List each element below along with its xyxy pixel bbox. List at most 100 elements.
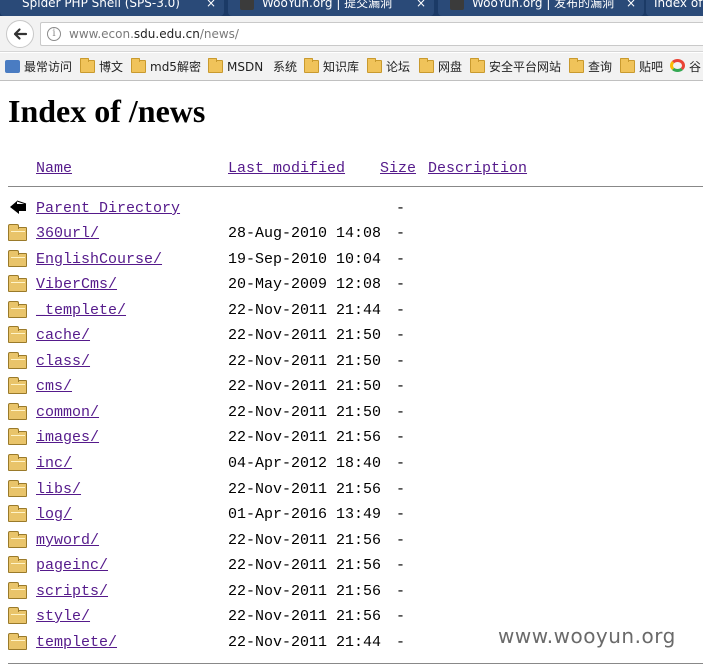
column-header-name[interactable]: Name <box>36 160 72 178</box>
entry-last-modified: 19-Sep-2010 10:04 <box>228 251 382 268</box>
entry-last-modified: 22-Nov-2011 21:44 <box>228 302 382 319</box>
directory-link[interactable]: 360url/ <box>36 225 99 243</box>
directory-link[interactable]: EnglishCourse/ <box>36 251 162 269</box>
folder-icon <box>8 556 27 573</box>
tab-title: Spider PHP Shell (SPS-3.0) <box>22 0 180 10</box>
address-bar[interactable]: i www.econ.sdu.edu.cn/news/ <box>40 22 703 46</box>
bookmark-label: 最常访问 <box>24 60 73 74</box>
folder-icon <box>8 352 27 369</box>
bookmark-label: 谷 <box>689 60 702 74</box>
tab-title: WooYun.org | 提交漏洞 <box>262 0 393 10</box>
tab-favicon-icon <box>450 0 464 10</box>
directory-entry-row: cache/22-Nov-2011 21:50- <box>0 325 703 347</box>
google-icon <box>670 59 685 72</box>
directory-entry-row: pageinc/22-Nov-2011 21:56- <box>0 555 703 577</box>
tab-index-of[interactable]: Index of <box>646 0 703 16</box>
site-info-icon[interactable]: i <box>47 27 61 41</box>
directory-link[interactable]: cache/ <box>36 327 90 345</box>
folder-icon <box>8 633 27 650</box>
parent-directory-link[interactable]: Parent Directory <box>36 200 180 218</box>
bookmark-label: MSDN <box>227 60 264 74</box>
directory-entry-row: class/22-Nov-2011 21:50- <box>0 351 703 373</box>
directory-link[interactable]: class/ <box>36 353 90 371</box>
entry-size: - <box>396 378 406 395</box>
tab-strip: Spider PHP Shell (SPS-3.0) × WooYun.org … <box>0 0 703 16</box>
back-button[interactable] <box>6 20 34 48</box>
bookmark-label: 贴吧 <box>639 60 664 74</box>
folder-icon <box>8 326 27 343</box>
page-title: Index of /news <box>8 93 206 129</box>
tab-close-icon[interactable]: × <box>626 0 636 12</box>
entry-size: - <box>396 404 406 421</box>
folder-icon <box>8 480 27 497</box>
directory-link[interactable]: common/ <box>36 404 99 422</box>
url-host: sdu.edu.cn <box>133 27 200 41</box>
entry-last-modified: 01-Apr-2016 13:49 <box>228 506 382 523</box>
entry-last-modified: 22-Nov-2011 21:56 <box>228 608 382 625</box>
bookmark-label: 博文 <box>99 60 124 74</box>
entry-last-modified: 22-Nov-2011 21:56 <box>228 429 382 446</box>
directory-link[interactable]: scripts/ <box>36 583 108 601</box>
directory-link[interactable]: cms/ <box>36 378 72 396</box>
folder-icon <box>8 224 27 241</box>
bookmark-label: 知识库 <box>323 60 360 74</box>
entry-size: - <box>396 583 406 600</box>
folder-icon <box>8 582 27 599</box>
directory-entry-row: common/22-Nov-2011 21:50- <box>0 402 703 424</box>
entry-size: - <box>396 353 406 370</box>
bookmark-label: 系统 <box>273 60 298 74</box>
directory-link[interactable]: libs/ <box>36 481 81 499</box>
folder-icon <box>8 454 27 471</box>
entry-last-modified: 22-Nov-2011 21:50 <box>228 378 382 395</box>
entry-size: - <box>396 327 406 344</box>
directory-entry-row: libs/22-Nov-2011 21:56- <box>0 479 703 501</box>
tab-close-icon[interactable]: × <box>416 0 426 12</box>
column-header-last-modified[interactable]: Last modified <box>228 160 345 178</box>
entry-last-modified: 22-Nov-2011 21:56 <box>228 481 382 498</box>
entry-last-modified: 22-Nov-2011 21:50 <box>228 327 382 344</box>
bookmark-label: 安全平台网站 <box>489 60 562 74</box>
folder-icon <box>8 275 27 292</box>
directory-link[interactable]: images/ <box>36 429 99 447</box>
folder-icon <box>8 505 27 522</box>
directory-entry-row: myword/22-Nov-2011 21:56- <box>0 530 703 552</box>
tab-title: Index of <box>654 0 703 10</box>
bookmark-label: 查询 <box>588 60 613 74</box>
entry-size: - <box>396 251 406 268</box>
bookmark-label: 论坛 <box>386 60 411 74</box>
directory-link[interactable]: ViberCms/ <box>36 276 117 294</box>
folder-icon <box>569 58 584 73</box>
folder-icon <box>131 58 146 73</box>
directory-link[interactable]: log/ <box>36 506 72 524</box>
back-arrow-icon <box>13 28 28 40</box>
directory-entry-row: scripts/22-Nov-2011 21:56- <box>0 581 703 603</box>
directory-link[interactable]: inc/ <box>36 455 72 473</box>
folder-icon <box>80 58 95 73</box>
tab-close-icon[interactable]: × <box>206 0 216 12</box>
folder-icon <box>8 377 27 394</box>
tab-spider-php-shell[interactable]: Spider PHP Shell (SPS-3.0) × <box>0 0 224 16</box>
folder-icon <box>8 301 27 318</box>
entry-last-modified: 22-Nov-2011 21:44 <box>228 634 382 651</box>
directory-entry-row: images/22-Nov-2011 21:56- <box>0 427 703 449</box>
directory-entry-row: cms/22-Nov-2011 21:50- <box>0 376 703 398</box>
tab-wooyun-submit[interactable]: WooYun.org | 提交漏洞 × <box>228 0 434 16</box>
column-header-description[interactable]: Description <box>428 160 527 178</box>
url-path: /news/ <box>199 27 239 41</box>
tab-wooyun-published[interactable]: WooYun.org | 发布的漏洞 × <box>438 0 644 16</box>
directory-link[interactable]: _templete/ <box>36 302 126 320</box>
directory-link[interactable]: pageinc/ <box>36 557 108 575</box>
folder-icon <box>8 428 27 445</box>
url-text[interactable]: www.econ.sdu.edu.cn/news/ <box>69 23 239 45</box>
entry-size: - <box>396 429 406 446</box>
directory-entry-row: _templete/22-Nov-2011 21:44- <box>0 300 703 322</box>
directory-link[interactable]: style/ <box>36 608 90 626</box>
column-header-size[interactable]: Size <box>380 160 416 178</box>
entry-last-modified: 22-Nov-2011 21:50 <box>228 353 382 370</box>
directory-link[interactable]: templete/ <box>36 634 117 652</box>
folder-icon <box>8 607 27 624</box>
directory-link[interactable]: myword/ <box>36 532 99 550</box>
back-arrow-icon <box>10 200 27 214</box>
entry-size: - <box>396 302 406 319</box>
entry-last-modified: 04-Apr-2012 18:40 <box>228 455 382 472</box>
